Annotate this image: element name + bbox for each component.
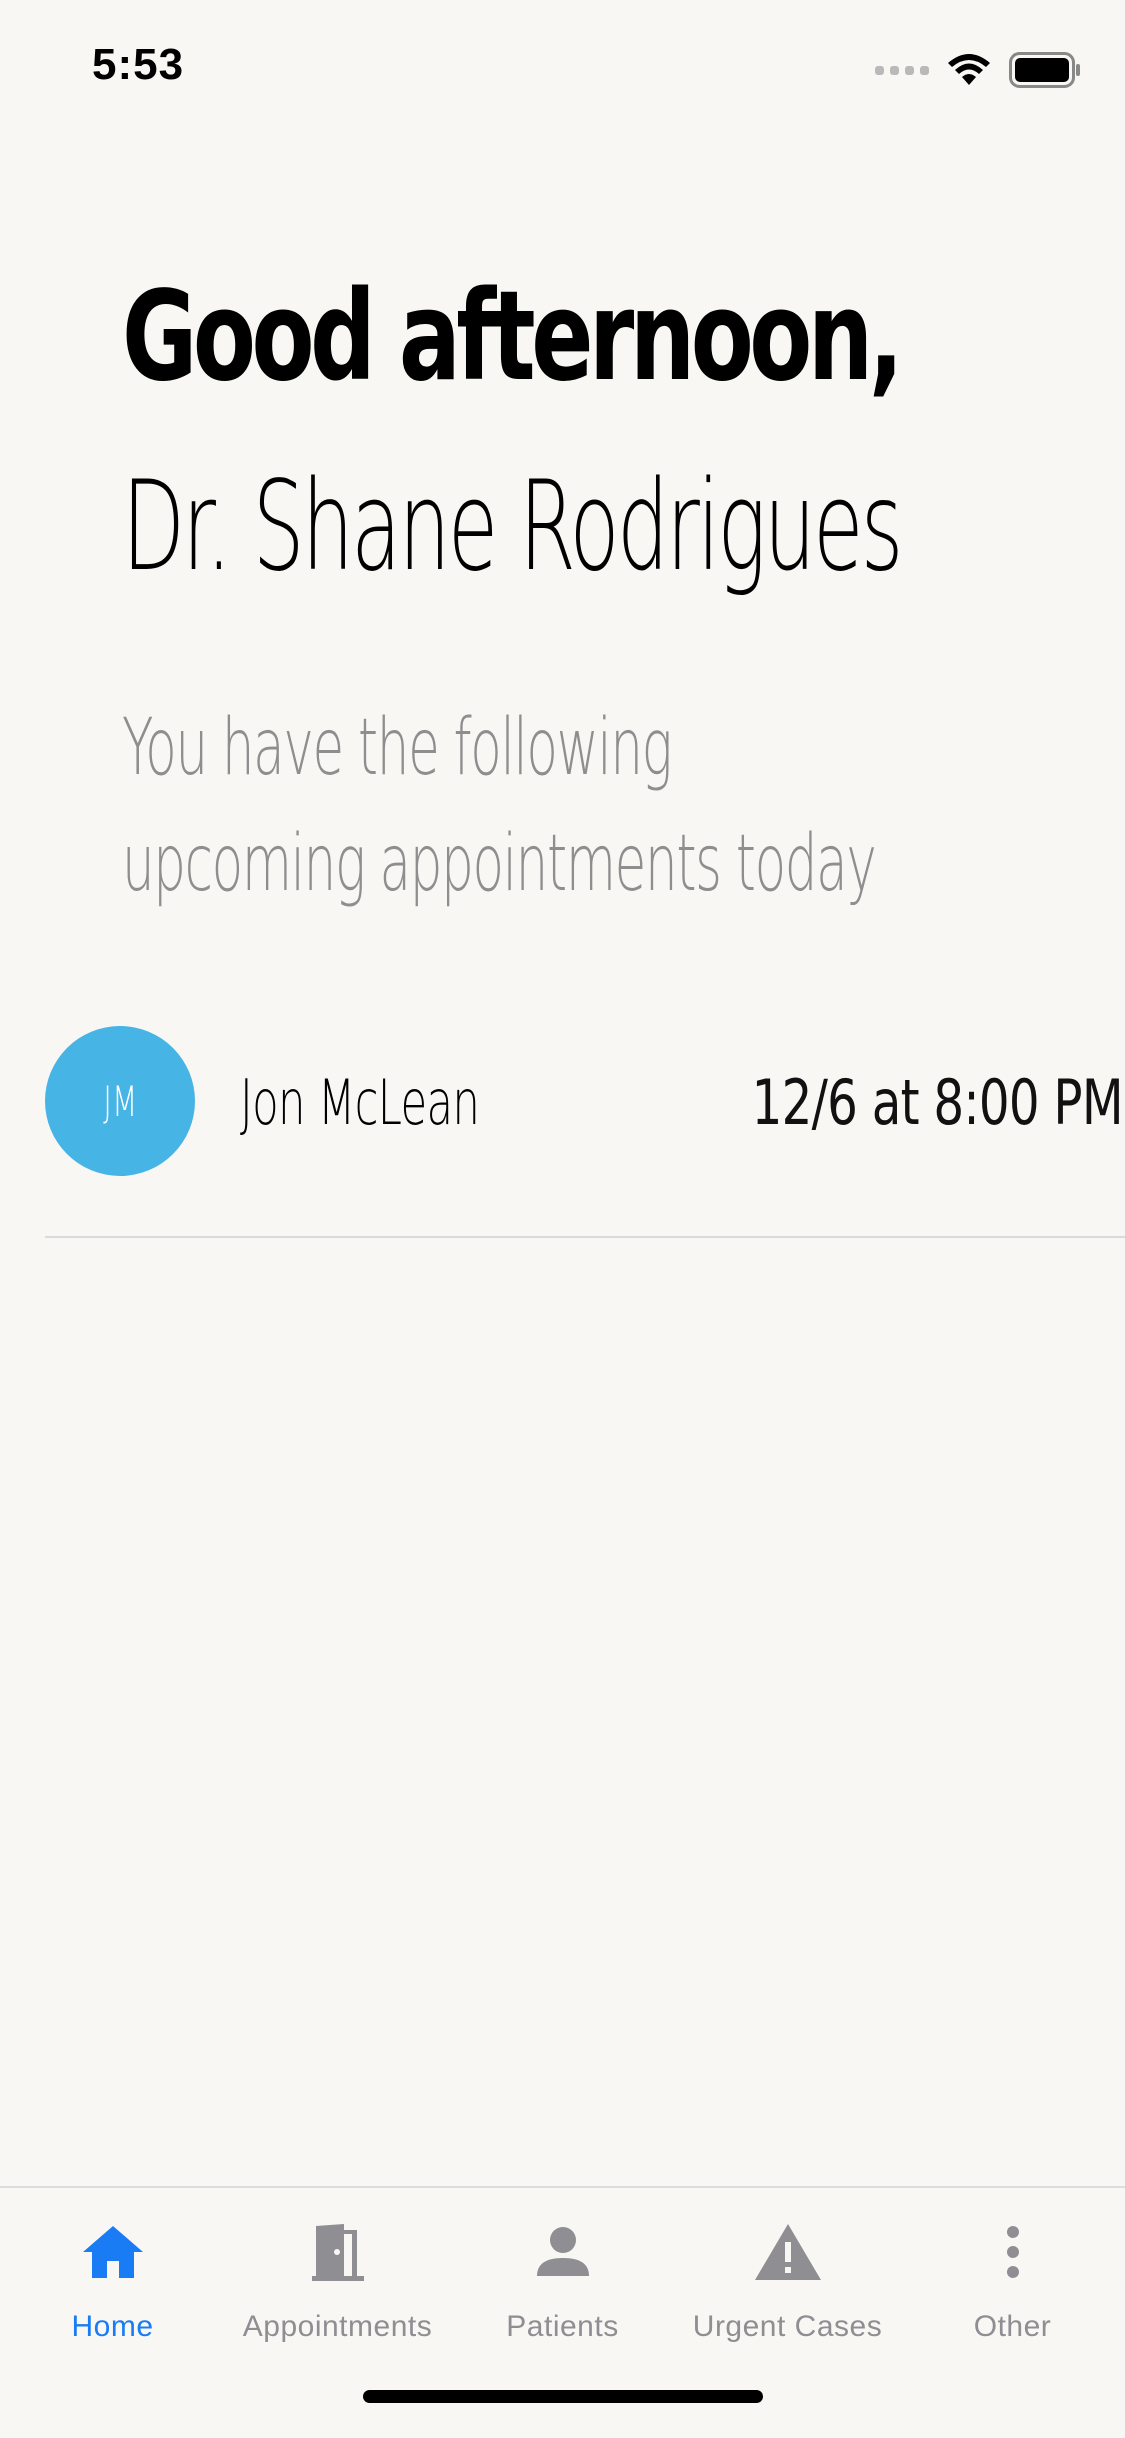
battery-icon [1009,52,1080,88]
tab-appointments[interactable]: Appointments [225,2212,450,2344]
avatar: JM [45,1026,195,1176]
appointment-time: 12/6 at 8:00 PM [751,1066,1124,1139]
status-icons [875,50,1081,90]
home-indicator[interactable] [363,2390,763,2403]
tab-label-appointments: Appointments [242,2310,433,2343]
patient-name: Jon McLean [240,1066,480,1139]
home-icon [82,2226,143,2278]
tab-label-home: Home [71,2310,154,2343]
person-icon [536,2227,589,2276]
tab-other[interactable]: Other [900,2212,1125,2344]
doctor-name: Dr. Shane Rodrigues [122,455,903,599]
tab-label-patients: Patients [506,2310,619,2343]
appointments-subtitle: You have the following upcoming appointm… [122,703,877,909]
wifi-icon [948,54,990,85]
tab-patients[interactable]: Patients [450,2212,675,2344]
greeting-title: Good afternoon, [122,265,904,409]
status-bar: 5:53 [0,0,1125,140]
avatar-initials: JM [102,1076,138,1126]
cellular-signal-icon [875,65,929,75]
door-icon [311,2224,364,2281]
warning-icon [754,2224,821,2280]
tab-home[interactable]: Home [0,2212,225,2344]
appointment-row[interactable]: JM Jon McLean 12/6 at 8:00 PM [45,1010,1125,1238]
tab-label-urgent-cases: Urgent Cases [692,2310,883,2343]
tab-label-other: Other [973,2310,1052,2343]
tab-urgent-cases[interactable]: Urgent Cases [675,2212,900,2344]
more-vertical-icon [1006,2226,1019,2278]
status-time: 5:53 [92,40,185,89]
